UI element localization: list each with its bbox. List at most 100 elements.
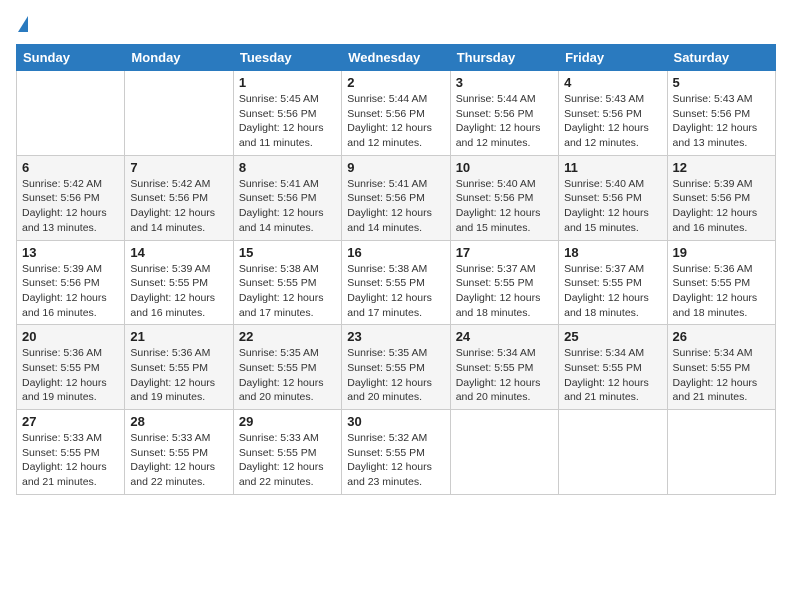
- calendar-cell: 14Sunrise: 5:39 AM Sunset: 5:55 PM Dayli…: [125, 240, 233, 325]
- calendar-cell: 1Sunrise: 5:45 AM Sunset: 5:56 PM Daylig…: [233, 71, 341, 156]
- day-number: 12: [673, 160, 770, 175]
- day-number: 7: [130, 160, 227, 175]
- calendar-cell: 2 Sunrise: 5:44 AM Sunset: 5:56 PM Daylig…: [342, 71, 450, 156]
- calendar-cell: 16 Sunrise: 5:38 AM Sunset: 5:55 PM Dayli…: [342, 240, 450, 325]
- day-number: 11: [564, 160, 661, 175]
- day-number: 15: [239, 245, 336, 260]
- day-number: 17: [456, 245, 553, 260]
- day-number: 27: [22, 414, 119, 429]
- day-info: Sunrise: 5:38 AM Sunset: 5:55 PM Dayligh…: [347, 262, 444, 321]
- day-info: Sunrise: 5:40 AM Sunset: 5:56 PM Dayligh…: [564, 177, 661, 236]
- day-number: 3: [456, 75, 553, 90]
- calendar-cell: 23 Sunrise: 5:35 AM Sunset: 5:55 PM Dayli…: [342, 325, 450, 410]
- calendar-cell: 6 Sunrise: 5:42 AM Sunset: 5:56 PM Daylig…: [17, 155, 125, 240]
- calendar-cell: 13 Sunrise: 5:39 AM Sunset: 5:56 PM Dayli…: [17, 240, 125, 325]
- day-number: 6: [22, 160, 119, 175]
- day-info: Sunrise: 5:43 AM Sunset: 5:56 PM Dayligh…: [673, 92, 770, 151]
- day-number: 22: [239, 329, 336, 344]
- day-number: 16: [347, 245, 444, 260]
- day-info: Sunrise: 5:36 AM Sunset: 5:55 PM Dayligh…: [130, 346, 227, 405]
- day-number: 30: [347, 414, 444, 429]
- day-info: Sunrise: 5:35 AM Sunset: 5:55 PM Dayligh…: [239, 346, 336, 405]
- day-number: 5: [673, 75, 770, 90]
- day-number: 21: [130, 329, 227, 344]
- calendar-header-tuesday: Tuesday: [233, 45, 341, 71]
- calendar-week-row: 20 Sunrise: 5:36 AM Sunset: 5:55 PM Dayli…: [17, 325, 776, 410]
- day-info: Sunrise: 5:33 AM Sunset: 5:55 PM Dayligh…: [130, 431, 227, 490]
- page-header: [16, 16, 776, 34]
- calendar-cell: [667, 410, 775, 495]
- calendar-header-sunday: Sunday: [17, 45, 125, 71]
- day-number: 18: [564, 245, 661, 260]
- calendar-header-friday: Friday: [559, 45, 667, 71]
- calendar-cell: 26 Sunrise: 5:34 AM Sunset: 5:55 PM Dayli…: [667, 325, 775, 410]
- calendar-cell: [450, 410, 558, 495]
- day-number: 23: [347, 329, 444, 344]
- calendar-cell: 7 Sunrise: 5:42 AM Sunset: 5:56 PM Daylig…: [125, 155, 233, 240]
- calendar-week-row: 13 Sunrise: 5:39 AM Sunset: 5:56 PM Dayli…: [17, 240, 776, 325]
- calendar-header-monday: Monday: [125, 45, 233, 71]
- day-info: Sunrise: 5:33 AM Sunset: 5:55 PM Dayligh…: [239, 431, 336, 490]
- day-number: 13: [22, 245, 119, 260]
- calendar-cell: 10 Sunrise: 5:40 AM Sunset: 5:56 PM Dayli…: [450, 155, 558, 240]
- calendar-cell: 11 Sunrise: 5:40 AM Sunset: 5:56 PM Dayli…: [559, 155, 667, 240]
- day-info: Sunrise: 5:40 AM Sunset: 5:56 PM Dayligh…: [456, 177, 553, 236]
- calendar-header-saturday: Saturday: [667, 45, 775, 71]
- calendar-cell: 4 Sunrise: 5:43 AM Sunset: 5:56 PM Daylig…: [559, 71, 667, 156]
- calendar-table: SundayMondayTuesdayWednesdayThursdayFrid…: [16, 44, 776, 495]
- calendar-cell: 12 Sunrise: 5:39 AM Sunset: 5:56 PM Dayli…: [667, 155, 775, 240]
- calendar-cell: 18 Sunrise: 5:37 AM Sunset: 5:55 PM Dayli…: [559, 240, 667, 325]
- calendar-cell: 21 Sunrise: 5:36 AM Sunset: 5:55 PM Dayli…: [125, 325, 233, 410]
- day-info: Sunrise: 5:43 AM Sunset: 5:56 PM Dayligh…: [564, 92, 661, 151]
- day-info: Sunrise: 5:39 AM Sunset: 5:56 PM Dayligh…: [673, 177, 770, 236]
- day-info: Sunrise: 5:34 AM Sunset: 5:55 PM Dayligh…: [564, 346, 661, 405]
- day-info: Sunrise: 5:37 AM Sunset: 5:55 PM Dayligh…: [456, 262, 553, 321]
- day-number: 25: [564, 329, 661, 344]
- day-info: Sunrise: 5:45 AM Sunset: 5:56 PM Dayligh…: [239, 92, 336, 151]
- calendar-week-row: 27 Sunrise: 5:33 AM Sunset: 5:55 PM Dayli…: [17, 410, 776, 495]
- day-info: Sunrise: 5:38 AM Sunset: 5:55 PM Dayligh…: [239, 262, 336, 321]
- day-info: Sunrise: 5:44 AM Sunset: 5:56 PM Dayligh…: [456, 92, 553, 151]
- calendar-cell: 25 Sunrise: 5:34 AM Sunset: 5:55 PM Dayli…: [559, 325, 667, 410]
- day-number: 28: [130, 414, 227, 429]
- calendar-week-row: 6 Sunrise: 5:42 AM Sunset: 5:56 PM Daylig…: [17, 155, 776, 240]
- day-number: 14: [130, 245, 227, 260]
- calendar-cell: 24 Sunrise: 5:34 AM Sunset: 5:55 PM Dayli…: [450, 325, 558, 410]
- day-info: Sunrise: 5:36 AM Sunset: 5:55 PM Dayligh…: [673, 262, 770, 321]
- calendar-cell: [125, 71, 233, 156]
- day-info: Sunrise: 5:42 AM Sunset: 5:56 PM Dayligh…: [22, 177, 119, 236]
- calendar-cell: 27 Sunrise: 5:33 AM Sunset: 5:55 PM Dayli…: [17, 410, 125, 495]
- day-info: Sunrise: 5:37 AM Sunset: 5:55 PM Dayligh…: [564, 262, 661, 321]
- day-number: 24: [456, 329, 553, 344]
- day-info: Sunrise: 5:34 AM Sunset: 5:55 PM Dayligh…: [673, 346, 770, 405]
- calendar-cell: [17, 71, 125, 156]
- day-number: 26: [673, 329, 770, 344]
- day-number: 9: [347, 160, 444, 175]
- calendar-header-row: SundayMondayTuesdayWednesdayThursdayFrid…: [17, 45, 776, 71]
- day-number: 10: [456, 160, 553, 175]
- calendar-cell: 5 Sunrise: 5:43 AM Sunset: 5:56 PM Daylig…: [667, 71, 775, 156]
- day-number: 29: [239, 414, 336, 429]
- day-info: Sunrise: 5:39 AM Sunset: 5:56 PM Dayligh…: [22, 262, 119, 321]
- calendar-cell: 28 Sunrise: 5:33 AM Sunset: 5:55 PM Dayli…: [125, 410, 233, 495]
- day-info: Sunrise: 5:35 AM Sunset: 5:55 PM Dayligh…: [347, 346, 444, 405]
- day-number: 2: [347, 75, 444, 90]
- calendar-cell: 9 Sunrise: 5:41 AM Sunset: 5:56 PM Daylig…: [342, 155, 450, 240]
- logo-triangle-icon: [18, 16, 28, 32]
- calendar-cell: 22 Sunrise: 5:35 AM Sunset: 5:55 PM Dayli…: [233, 325, 341, 410]
- day-info: Sunrise: 5:42 AM Sunset: 5:56 PM Dayligh…: [130, 177, 227, 236]
- calendar-header-thursday: Thursday: [450, 45, 558, 71]
- day-number: 20: [22, 329, 119, 344]
- day-info: Sunrise: 5:41 AM Sunset: 5:56 PM Dayligh…: [239, 177, 336, 236]
- day-info: Sunrise: 5:33 AM Sunset: 5:55 PM Dayligh…: [22, 431, 119, 490]
- calendar-header-wednesday: Wednesday: [342, 45, 450, 71]
- day-info: Sunrise: 5:44 AM Sunset: 5:56 PM Dayligh…: [347, 92, 444, 151]
- day-info: Sunrise: 5:36 AM Sunset: 5:55 PM Dayligh…: [22, 346, 119, 405]
- calendar-cell: 19Sunrise: 5:36 AM Sunset: 5:55 PM Dayli…: [667, 240, 775, 325]
- day-info: Sunrise: 5:34 AM Sunset: 5:55 PM Dayligh…: [456, 346, 553, 405]
- calendar-week-row: 1Sunrise: 5:45 AM Sunset: 5:56 PM Daylig…: [17, 71, 776, 156]
- calendar-cell: 29 Sunrise: 5:33 AM Sunset: 5:55 PM Dayli…: [233, 410, 341, 495]
- day-number: 4: [564, 75, 661, 90]
- calendar-cell: [559, 410, 667, 495]
- day-info: Sunrise: 5:41 AM Sunset: 5:56 PM Dayligh…: [347, 177, 444, 236]
